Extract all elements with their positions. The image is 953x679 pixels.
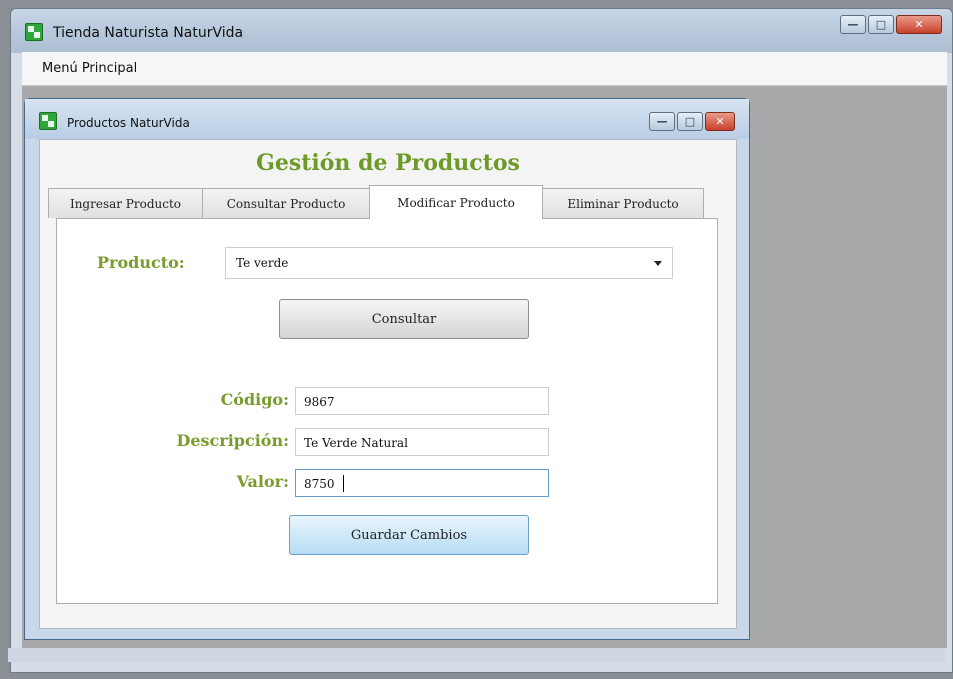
maximize-icon[interactable]: □ bbox=[868, 15, 894, 34]
products-window-controls: — □ ✕ bbox=[649, 112, 735, 131]
modificar-producto-panel: Producto: Te verde Consultar Código: 986… bbox=[56, 218, 718, 604]
guardar-cambios-button[interactable]: Guardar Cambios bbox=[289, 515, 529, 555]
app-icon bbox=[25, 23, 43, 41]
valor-label: Valor: bbox=[236, 472, 289, 491]
products-window-titlebar[interactable]: Productos NaturVida — □ ✕ bbox=[25, 99, 749, 139]
tab-consultar-producto[interactable]: Consultar Producto bbox=[202, 188, 370, 218]
codigo-label: Código: bbox=[220, 390, 289, 409]
menu-bar: Menú Principal bbox=[22, 52, 947, 86]
main-window-controls: — □ ✕ bbox=[840, 15, 942, 34]
minimize-icon[interactable]: — bbox=[840, 15, 866, 34]
valor-value: 8750 bbox=[304, 477, 335, 491]
valor-field[interactable]: 8750 bbox=[295, 469, 549, 497]
producto-selected-value: Te verde bbox=[236, 256, 289, 270]
tab-eliminar-producto[interactable]: Eliminar Producto bbox=[542, 188, 704, 218]
window-bottom-border bbox=[8, 648, 945, 662]
products-window: Productos NaturVida — □ ✕ Gestión de Pro… bbox=[24, 98, 750, 640]
maximize-icon[interactable]: □ bbox=[677, 112, 703, 131]
main-window-title: Tienda Naturista NaturVida bbox=[53, 25, 244, 41]
chevron-down-icon bbox=[654, 261, 662, 266]
products-window-title: Productos NaturVida bbox=[67, 116, 190, 130]
main-window-titlebar[interactable]: Tienda Naturista NaturVida — □ ✕ bbox=[11, 9, 952, 53]
descripcion-label: Descripción: bbox=[176, 431, 289, 450]
consultar-button[interactable]: Consultar bbox=[279, 299, 529, 339]
products-window-content: Gestión de Productos Ingresar Producto C… bbox=[39, 139, 737, 629]
text-caret bbox=[343, 475, 344, 492]
codigo-field[interactable]: 9867 bbox=[295, 387, 549, 415]
tab-ingresar-producto[interactable]: Ingresar Producto bbox=[48, 188, 203, 218]
app-icon bbox=[39, 112, 57, 130]
producto-label: Producto: bbox=[97, 253, 185, 272]
page-title: Gestión de Productos bbox=[256, 150, 520, 176]
descripcion-value: Te Verde Natural bbox=[304, 436, 408, 450]
menu-item-main[interactable]: Menú Principal bbox=[42, 61, 137, 76]
descripcion-field[interactable]: Te Verde Natural bbox=[295, 428, 549, 456]
close-icon[interactable]: ✕ bbox=[705, 112, 735, 131]
producto-select[interactable]: Te verde bbox=[225, 247, 673, 279]
close-icon[interactable]: ✕ bbox=[896, 15, 942, 34]
codigo-value: 9867 bbox=[304, 395, 335, 409]
minimize-icon[interactable]: — bbox=[649, 112, 675, 131]
tab-modificar-producto[interactable]: Modificar Producto bbox=[369, 185, 543, 219]
